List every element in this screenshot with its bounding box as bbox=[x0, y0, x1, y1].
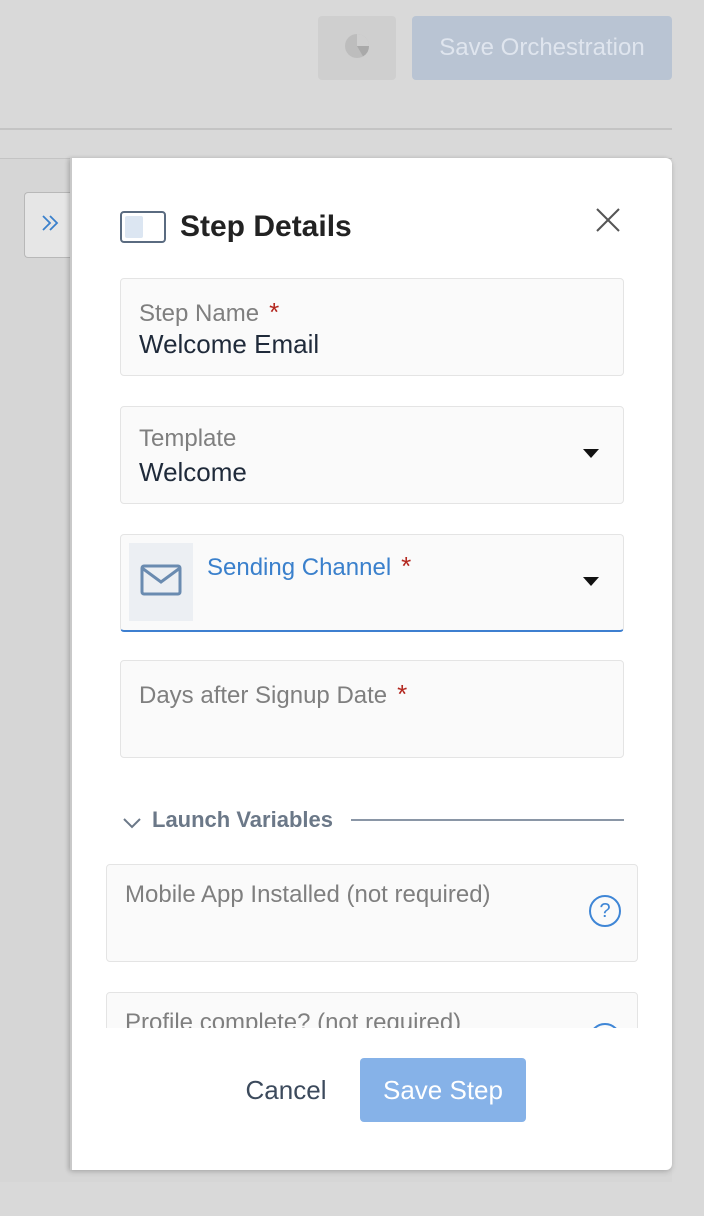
drawer-footer: Cancel Save Step bbox=[72, 1058, 674, 1126]
caret-down-icon bbox=[583, 449, 599, 458]
drawer-title: Step Details bbox=[180, 210, 352, 243]
close-button[interactable] bbox=[590, 204, 626, 240]
step-name-label: Step Name * bbox=[139, 297, 280, 327]
profile-complete-field[interactable]: Profile complete? (not required) ? bbox=[106, 992, 638, 1028]
step-name-value: Welcome Email bbox=[139, 329, 320, 359]
template-select[interactable]: Template Welcome bbox=[120, 406, 624, 504]
drawer-header: Step Details bbox=[120, 210, 352, 244]
close-icon bbox=[594, 206, 622, 239]
save-step-button[interactable]: Save Step bbox=[360, 1058, 526, 1122]
pie-chart-icon bbox=[343, 32, 371, 65]
header-divider bbox=[0, 128, 672, 130]
sending-channel-select[interactable]: Sending Channel * bbox=[120, 534, 624, 632]
caret-down-icon bbox=[583, 577, 599, 586]
days-after-signup-label: Days after Signup Date * bbox=[139, 679, 408, 709]
launch-variables-toggle[interactable]: Launch Variables bbox=[120, 802, 624, 838]
template-value: Welcome bbox=[139, 457, 247, 487]
chart-button[interactable] bbox=[318, 16, 396, 80]
help-icon[interactable]: ? bbox=[589, 1023, 621, 1028]
double-chevron-right-icon bbox=[39, 212, 61, 239]
step-name-field[interactable]: Step Name * Welcome Email bbox=[120, 278, 624, 376]
cancel-button[interactable]: Cancel bbox=[234, 1058, 338, 1122]
mobile-app-installed-label: Mobile App Installed (not required) bbox=[125, 881, 491, 908]
background-footer bbox=[0, 1182, 704, 1216]
mail-icon bbox=[140, 564, 182, 601]
profile-complete-label: Profile complete? (not required) bbox=[125, 1009, 462, 1028]
days-after-signup-field[interactable]: Days after Signup Date * bbox=[120, 660, 624, 758]
mobile-app-installed-field[interactable]: Mobile App Installed (not required) ? bbox=[106, 864, 638, 962]
drawer-scroll-area[interactable]: Step Name * Welcome Email Template Welcom… bbox=[72, 254, 674, 1028]
panel-icon bbox=[120, 211, 166, 243]
template-label: Template bbox=[139, 425, 237, 452]
step-details-drawer: Step Details Step Name * Welcome Email Te… bbox=[70, 158, 672, 1170]
sending-channel-label: Sending Channel * bbox=[207, 551, 412, 581]
channel-icon-box bbox=[129, 543, 193, 621]
chevron-down-icon bbox=[120, 811, 144, 835]
help-icon[interactable]: ? bbox=[589, 895, 621, 927]
launch-variables-title: Launch Variables bbox=[152, 807, 333, 832]
save-orchestration-button[interactable]: Save Orchestration bbox=[412, 16, 672, 80]
section-divider bbox=[350, 819, 624, 821]
expand-panel-button[interactable] bbox=[24, 192, 74, 258]
